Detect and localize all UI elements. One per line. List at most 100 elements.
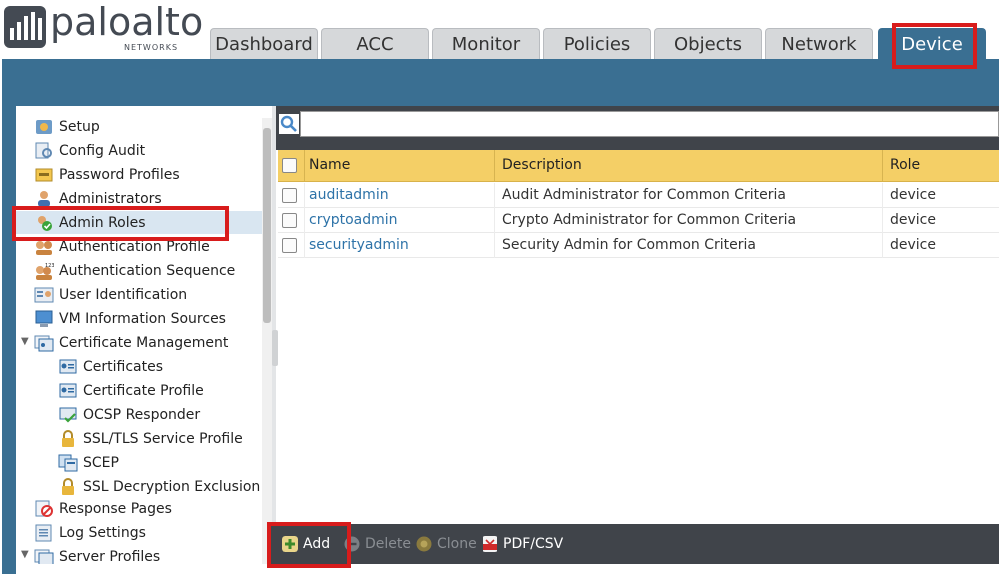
column-divider xyxy=(882,233,883,258)
pdf-csv-button[interactable]: PDF/CSV xyxy=(482,524,563,564)
delete-button-label: Delete xyxy=(365,536,411,552)
add-button-label: Add xyxy=(303,536,331,552)
sidebar-item-label: SSL/TLS Service Profile xyxy=(83,430,243,447)
column-header-role[interactable]: Role xyxy=(890,150,920,181)
column-header-name[interactable]: Name xyxy=(309,150,350,181)
certificate-icon xyxy=(59,359,77,373)
select-all-checkbox[interactable] xyxy=(282,158,297,173)
sidebar-item-password-profiles[interactable]: Password Profiles xyxy=(34,163,180,186)
bottom-toolbar: Add Delete Clone PDF/CSV xyxy=(270,524,999,564)
row-checkbox[interactable] xyxy=(282,188,297,203)
sidebar-item-label: SSL Decryption Exclusion xyxy=(83,478,261,495)
table-row[interactable]: auditadmin Audit Administrator for Commo… xyxy=(278,183,999,208)
sidebar-item-label: Authentication Sequence xyxy=(59,262,236,279)
brand-name: paloalto xyxy=(50,0,204,44)
tab-objects[interactable]: Objects xyxy=(654,28,762,60)
sidebar-item-config-audit[interactable]: Config Audit xyxy=(34,139,145,162)
sidebar-item-log-settings[interactable]: Log Settings xyxy=(34,521,146,544)
sidebar-item-administrators[interactable]: Administrators xyxy=(34,187,162,210)
sidebar-item-authentication-sequence[interactable]: 123 Authentication Sequence xyxy=(34,259,235,282)
cell-name[interactable]: cryptoadmin xyxy=(309,208,398,233)
admin-roles-icon xyxy=(38,215,52,231)
sidebar-item-label: SCEP xyxy=(83,454,119,471)
sidebar-item-setup[interactable]: Setup xyxy=(34,115,100,138)
tab-monitor[interactable]: Monitor xyxy=(432,28,540,60)
lock-icon xyxy=(62,477,74,495)
column-divider xyxy=(882,183,883,208)
app-window: paloalto NETWORKS Dashboard ACC Monitor … xyxy=(0,0,999,574)
tab-dashboard[interactable]: Dashboard xyxy=(210,28,318,60)
sidebar-item-server-profiles[interactable]: Server Profiles xyxy=(34,545,160,564)
sidebar-item-user-identification[interactable]: User Identification xyxy=(34,283,187,306)
clone-icon xyxy=(416,536,432,552)
sidebar-item-label: User Identification xyxy=(59,286,188,303)
collapse-caret-icon[interactable]: ▼ xyxy=(21,336,29,347)
sidebar-item-label: Certificate Management xyxy=(59,334,229,351)
sidebar-item-certificate-management[interactable]: Certificate Management xyxy=(34,331,228,354)
add-button[interactable]: Add xyxy=(282,524,330,564)
cell-name[interactable]: securityadmin xyxy=(309,233,409,258)
lock-icon xyxy=(62,429,74,447)
paloalto-logo-icon xyxy=(4,6,46,48)
search-input[interactable] xyxy=(300,111,999,137)
scep-icon xyxy=(58,454,78,471)
column-divider xyxy=(882,208,883,233)
cell-name[interactable]: auditadmin xyxy=(309,183,389,208)
sidebar-item-label: Certificates xyxy=(83,358,164,375)
sidebar-item-label: OCSP Responder xyxy=(83,406,201,423)
grid-header: Name Description Role xyxy=(278,150,999,182)
sidebar-item-response-pages[interactable]: Response Pages xyxy=(34,497,172,520)
sidebar-item-label: Certificate Profile xyxy=(83,382,204,399)
table-row[interactable]: securityadmin Security Admin for Common … xyxy=(278,233,999,258)
table-row[interactable]: cryptoadmin Crypto Administrator for Com… xyxy=(278,208,999,233)
sidebar-item-ssl-tls-service-profile[interactable]: SSL/TLS Service Profile xyxy=(58,427,243,450)
collapse-caret-icon[interactable]: ▼ xyxy=(21,549,29,560)
tab-device[interactable]: Device xyxy=(878,28,986,60)
column-divider xyxy=(494,208,495,233)
cell-role: device xyxy=(890,212,936,228)
sidebar-item-ocsp-responder[interactable]: OCSP Responder xyxy=(58,403,200,426)
tab-policies[interactable]: Policies xyxy=(543,28,651,60)
server-profiles-icon xyxy=(34,549,54,564)
authentication-profile-icon xyxy=(36,240,52,255)
sidebar-item-ssl-decryption-exclusion[interactable]: SSL Decryption Exclusion xyxy=(58,475,260,498)
sidebar-item-scep[interactable]: SCEP xyxy=(58,451,119,474)
left-frame xyxy=(2,100,16,574)
brand-sub: NETWORKS xyxy=(124,43,179,52)
tab-network[interactable]: Network xyxy=(765,28,873,60)
column-header-description[interactable]: Description xyxy=(502,150,582,181)
sidebar-item-vm-information-sources[interactable]: VM Information Sources xyxy=(34,307,226,330)
user-identification-icon xyxy=(34,287,54,302)
column-divider xyxy=(304,183,305,208)
sidebar-item-authentication-profile[interactable]: Authentication Profile xyxy=(34,235,210,258)
cell-role: device xyxy=(890,187,936,203)
column-divider xyxy=(304,150,305,181)
sidebar-item-certificate-profile[interactable]: Certificate Profile xyxy=(58,379,204,402)
sidebar-item-certificates[interactable]: Certificates xyxy=(58,355,163,378)
authentication-sequence-icon: 123 xyxy=(36,263,54,280)
sidebar-item-label: Config Audit xyxy=(59,142,146,159)
pdf-icon xyxy=(483,536,497,552)
clone-button[interactable]: Clone xyxy=(416,524,477,564)
delete-icon xyxy=(344,536,360,552)
sidebar-item-admin-roles[interactable]: Admin Roles xyxy=(16,211,272,234)
tab-acc[interactable]: ACC xyxy=(321,28,429,60)
cell-description: Audit Administrator for Common Criteria xyxy=(502,187,787,203)
administrators-icon xyxy=(38,190,50,207)
column-divider xyxy=(304,233,305,258)
collapse-sidebar-handle[interactable] xyxy=(272,330,278,366)
column-divider xyxy=(494,233,495,258)
add-icon xyxy=(282,536,298,552)
row-checkbox[interactable] xyxy=(282,238,297,253)
response-pages-icon xyxy=(35,500,53,517)
password-profiles-icon xyxy=(35,168,53,181)
sidebar-item-label: Log Settings xyxy=(59,524,146,541)
sidebar-item-label: Administrators xyxy=(59,190,162,207)
delete-button[interactable]: Delete xyxy=(344,524,411,564)
sidebar-item-label: Password Profiles xyxy=(59,166,180,183)
sidebar-item-label: Server Profiles xyxy=(59,548,161,565)
search-icon[interactable] xyxy=(279,114,299,134)
row-checkbox[interactable] xyxy=(282,213,297,228)
paloalto-logo: paloalto NETWORKS xyxy=(2,0,204,58)
sidebar-scrollbar-thumb[interactable] xyxy=(263,128,271,323)
